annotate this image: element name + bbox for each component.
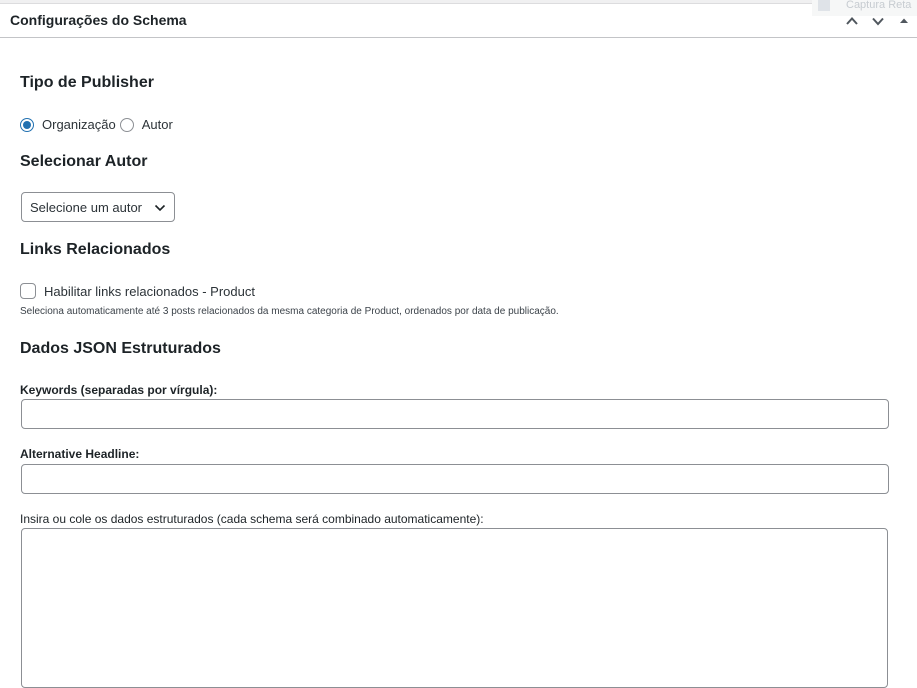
publisher-radio-group: Organização Autor xyxy=(20,117,173,132)
toggle-panel-button[interactable] xyxy=(891,9,917,33)
radio-organizacao-label[interactable]: Organização xyxy=(42,117,116,132)
publisher-heading: Tipo de Publisher xyxy=(20,74,154,91)
keywords-label: Keywords (separadas por vírgula): xyxy=(20,383,218,397)
related-links-description: Seleciona automaticamente até 3 posts re… xyxy=(20,306,559,317)
chevron-down-icon xyxy=(872,17,884,26)
postbox-header: Configurações do Schema xyxy=(0,4,917,38)
author-select-value: Selecione um autor xyxy=(30,199,143,215)
postbox-handle-actions xyxy=(839,9,917,33)
radio-autor[interactable] xyxy=(119,117,134,132)
related-links-checkbox-row: Habilitar links relacionados - Product xyxy=(20,283,255,299)
chevron-up-icon xyxy=(846,17,858,25)
move-down-button[interactable] xyxy=(865,9,891,33)
schema-textarea[interactable] xyxy=(21,528,888,688)
move-up-button[interactable] xyxy=(839,9,865,33)
related-links-heading: Links Relacionados xyxy=(20,241,171,258)
related-links-checkbox-label[interactable]: Habilitar links relacionados - Product xyxy=(44,284,255,299)
radio-organizacao[interactable] xyxy=(20,117,34,132)
structured-data-heading: Dados JSON Estruturados xyxy=(20,340,221,357)
postbox-title: Configurações do Schema xyxy=(10,12,187,28)
alternative-headline-label: Alternative Headline: xyxy=(20,447,140,461)
alternative-headline-input[interactable] xyxy=(21,464,889,494)
schema-textarea-label: Insira ou cole os dados estruturados (ca… xyxy=(20,512,484,526)
radio-autor-label[interactable]: Autor xyxy=(142,117,173,132)
author-select[interactable]: Selecione um autor xyxy=(21,192,175,222)
chevron-down-icon xyxy=(154,204,166,212)
author-heading: Selecionar Autor xyxy=(20,153,148,170)
related-links-checkbox[interactable] xyxy=(20,283,36,299)
triangle-up-icon xyxy=(900,18,908,23)
keywords-input[interactable] xyxy=(21,399,889,429)
